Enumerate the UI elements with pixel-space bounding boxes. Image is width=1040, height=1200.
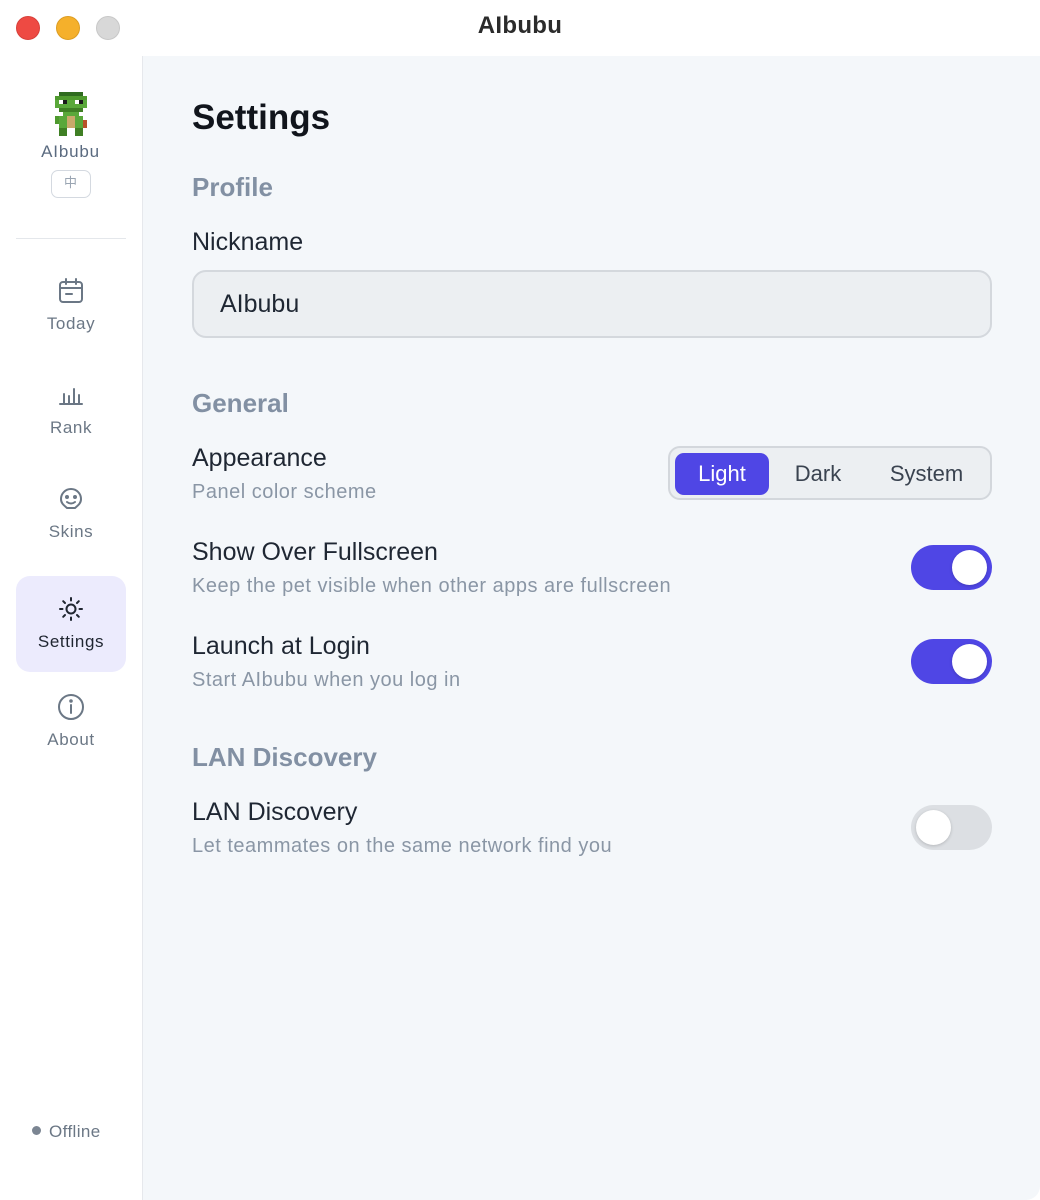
sidebar-divider [16,238,126,239]
appearance-description: Panel color scheme [192,481,377,503]
sidebar-item-label: About [47,730,95,749]
sidebar-item-about[interactable]: About [16,674,126,770]
show-over-fullscreen-description: Keep the pet visible when other apps are… [192,575,672,597]
toggle-knob [916,810,951,845]
title-bar: AIbubu [0,0,1040,56]
brand-name: AIbubu [41,142,100,161]
toggle-knob [952,550,987,585]
pixel-dino-avatar-icon [54,92,87,136]
appearance-segmented-control: Light Dark System [668,446,992,500]
appearance-option-light[interactable]: Light [675,453,769,495]
info-icon [58,694,84,720]
sidebar-item-label: Rank [49,418,93,437]
section-title-profile: Profile [192,172,273,202]
section-title-lan-discovery: LAN Discovery [192,742,377,772]
sidebar-item-rank[interactable]: Rank [16,362,126,458]
launch-at-login-toggle[interactable] [911,639,992,684]
sidebar-item-label: Today [46,314,96,333]
appearance-label: Appearance [192,444,327,472]
sidebar-item-today[interactable]: Today [16,258,126,354]
toggle-knob [952,644,987,679]
launch-at-login-label: Launch at Login [192,632,370,660]
lan-discovery-label: LAN Discovery [192,798,358,826]
status-dot-icon [32,1126,41,1135]
settings-panel: Settings Profile Nickname General Appear… [143,56,1040,1200]
window-title: AIbubu [477,12,563,39]
smiley-icon [59,488,83,509]
sidebar-item-skins[interactable]: Skins [16,466,126,562]
language-toggle-button[interactable]: 中 [50,170,91,198]
status-label: Offline [49,1122,101,1141]
section-title-general: General [192,388,289,418]
connection-status: Offline [32,1122,101,1142]
nickname-input[interactable] [192,270,992,338]
calendar-icon [59,278,83,303]
app-window: AIbubu AIbubu 中 Today Rank Skins Setting… [0,0,1040,1200]
appearance-option-system[interactable]: System [867,453,986,495]
sidebar-item-label: Skins [48,522,94,541]
nickname-label: Nickname [192,228,304,256]
sidebar-item-label: Settings [37,632,105,651]
page-title: Settings [192,98,331,137]
sun-gear-icon [59,597,83,621]
brand: AIbubu 中 [0,92,141,198]
sidebar: AIbubu 中 Today Rank Skins Settings About… [0,56,143,1200]
launch-at-login-description: Start AIbubu when you log in [192,669,461,691]
lan-discovery-description: Let teammates on the same network find y… [192,835,613,857]
lan-discovery-toggle[interactable] [911,805,992,850]
appearance-option-dark[interactable]: Dark [773,453,863,495]
sidebar-item-settings[interactable]: Settings [16,576,126,672]
show-over-fullscreen-toggle[interactable] [911,545,992,590]
show-over-fullscreen-label: Show Over Fullscreen [192,538,438,566]
bar-chart-icon [59,388,83,405]
